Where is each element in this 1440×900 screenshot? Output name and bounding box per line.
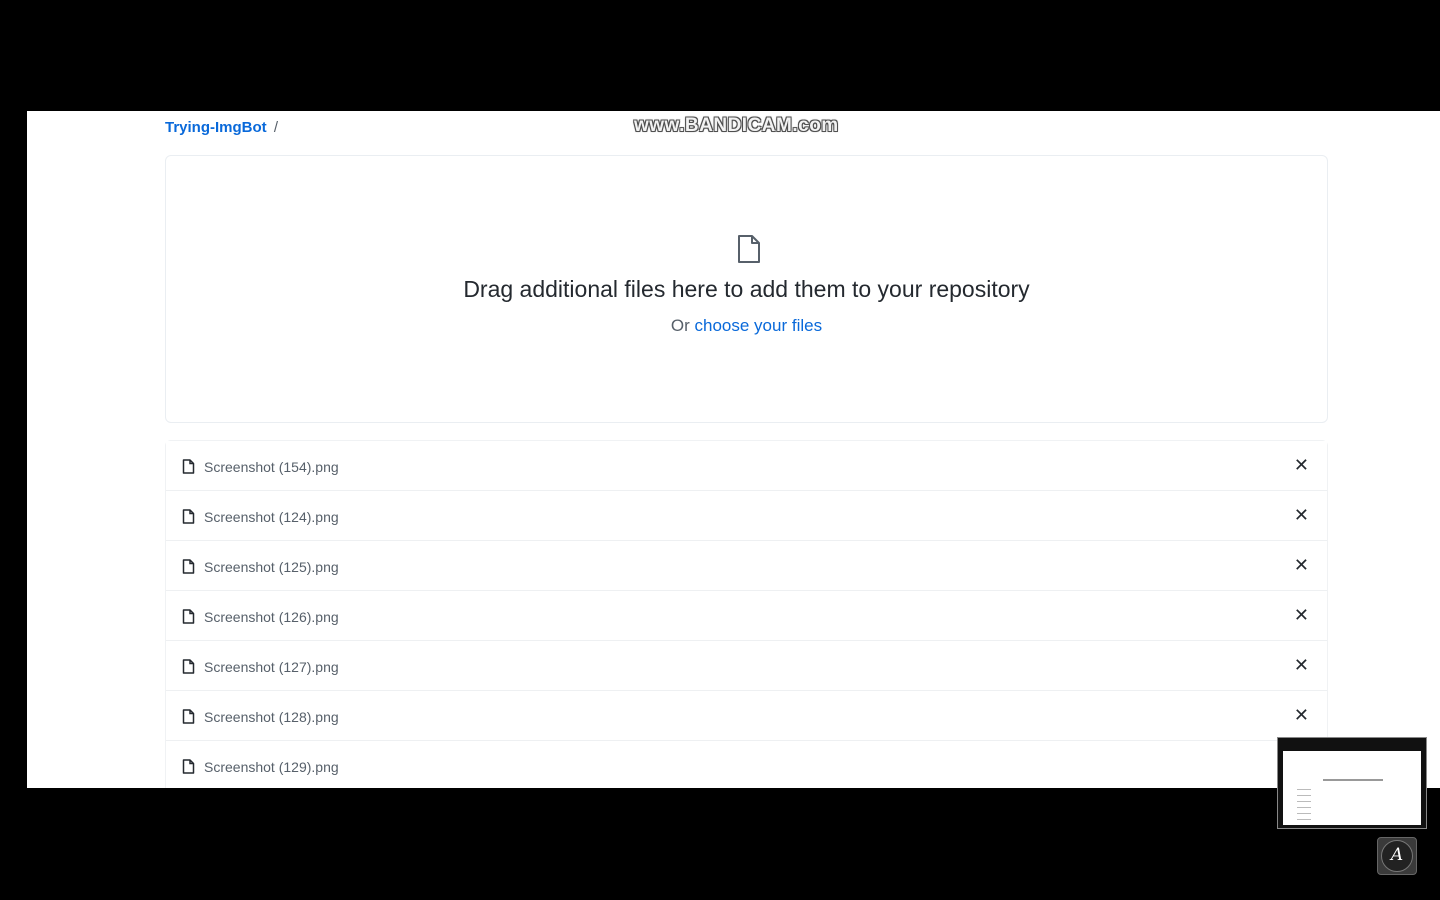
remove-file-button[interactable]: ✕ bbox=[1294, 606, 1309, 624]
browser-viewport: Trying-ImgBot / www.BANDICAM.com Drag ad… bbox=[27, 111, 1440, 788]
file-name: Screenshot (129).png bbox=[204, 759, 339, 775]
file-icon bbox=[182, 509, 195, 524]
file-name: Screenshot (126).png bbox=[204, 609, 339, 625]
preview-content bbox=[1283, 751, 1421, 825]
file-icon bbox=[182, 609, 195, 624]
file-row: Screenshot (154).png ✕ bbox=[166, 441, 1327, 491]
dropzone-title: Drag additional files here to add them t… bbox=[463, 276, 1030, 302]
preview-line bbox=[1297, 795, 1311, 796]
breadcrumb-separator: / bbox=[273, 119, 279, 136]
file-row: Screenshot (124).png ✕ bbox=[166, 491, 1327, 541]
file-name: Screenshot (124).png bbox=[204, 509, 339, 525]
preview-line bbox=[1297, 807, 1311, 808]
file-row: Screenshot (127).png ✕ bbox=[166, 641, 1327, 691]
preview-line bbox=[1297, 801, 1311, 802]
file-name: Screenshot (125).png bbox=[204, 559, 339, 575]
pen-tool-button[interactable]: A bbox=[1377, 837, 1417, 875]
breadcrumb: Trying-ImgBot / bbox=[165, 119, 278, 136]
preview-line bbox=[1297, 813, 1311, 814]
file-icon bbox=[182, 759, 195, 774]
remove-file-button[interactable]: ✕ bbox=[1294, 706, 1309, 724]
file-icon bbox=[182, 709, 195, 724]
screen-preview-thumbnail[interactable] bbox=[1277, 737, 1427, 829]
remove-file-button[interactable]: ✕ bbox=[1294, 506, 1309, 524]
file-list: Screenshot (154).png ✕ Screenshot (124).pn… bbox=[165, 440, 1328, 788]
file-row: Screenshot (126).png ✕ bbox=[166, 591, 1327, 641]
preview-line bbox=[1297, 789, 1311, 790]
remove-file-button[interactable]: ✕ bbox=[1294, 656, 1309, 674]
file-name: Screenshot (154).png bbox=[204, 459, 339, 475]
file-row: Screenshot (125).png ✕ bbox=[166, 541, 1327, 591]
preview-title-line bbox=[1323, 779, 1383, 781]
choose-files-link[interactable]: choose your files bbox=[695, 316, 823, 335]
file-icon bbox=[182, 559, 195, 574]
remove-file-button[interactable]: ✕ bbox=[1294, 456, 1309, 474]
file-name: Screenshot (127).png bbox=[204, 659, 339, 675]
preview-line bbox=[1297, 819, 1311, 820]
file-row: Screenshot (128).png ✕ bbox=[166, 691, 1327, 741]
file-name: Screenshot (128).png bbox=[204, 709, 339, 725]
dropzone-subtitle: Or choose your files bbox=[166, 316, 1327, 336]
file-dropzone[interactable]: Drag additional files here to add them t… bbox=[165, 155, 1328, 423]
pen-icon: A bbox=[1390, 845, 1404, 865]
remove-file-button[interactable]: ✕ bbox=[1294, 556, 1309, 574]
repo-link[interactable]: Trying-ImgBot bbox=[165, 119, 267, 136]
dropzone-prefix: Or bbox=[670, 316, 690, 335]
recording-watermark: www.BANDICAM.com bbox=[634, 115, 839, 136]
file-icon bbox=[182, 459, 195, 474]
file-icon bbox=[738, 235, 760, 263]
file-row: Screenshot (129).png✕ bbox=[166, 741, 1327, 788]
file-icon bbox=[182, 659, 195, 674]
